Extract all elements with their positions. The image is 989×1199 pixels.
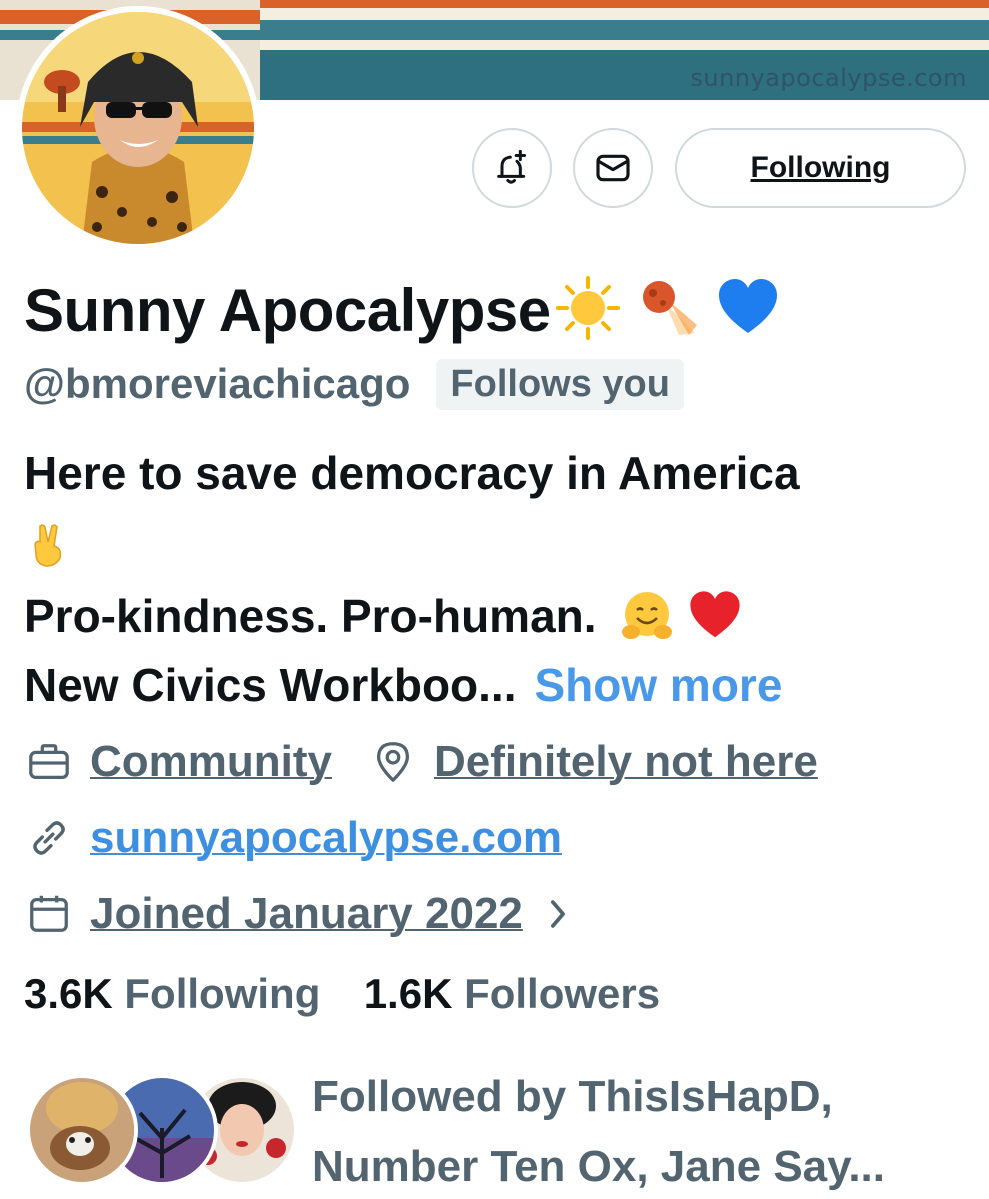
avatar-illustration (22, 12, 254, 244)
bell-plus-icon (497, 149, 526, 184)
victory-hand-emoji-icon (26, 522, 72, 573)
link-icon (24, 813, 74, 863)
notify-button[interactable] (472, 128, 552, 208)
following-stat[interactable]: 3.6K Following (24, 970, 320, 1017)
following-count: 3.6K (24, 970, 113, 1017)
follow-stats: 3.6K Following 1.6K Followers (24, 970, 660, 1018)
followers-stat[interactable]: 1.6K Followers (364, 970, 660, 1017)
blue-heart-emoji-icon (715, 275, 781, 346)
calendar-icon (24, 889, 74, 939)
followed-by-line-2: Number Ten Ox, Jane Say... (312, 1142, 886, 1191)
location-link[interactable]: Definitely not here (434, 737, 818, 787)
briefcase-icon (24, 737, 74, 787)
red-heart-emoji-icon (687, 588, 743, 644)
following-label: Following (124, 970, 321, 1017)
meta-row-category-location: Community Definitely not here (24, 732, 818, 792)
message-button[interactable] (573, 128, 653, 208)
followed-by-avatars[interactable] (26, 1074, 298, 1190)
followers-count: 1.6K (363, 970, 453, 1017)
sun-emoji-icon (555, 275, 621, 346)
follows-you-badge: Follows you (436, 358, 684, 410)
follower-avatar (26, 1074, 138, 1186)
handle-row: @bmoreviachicago Follows you (24, 354, 684, 414)
bio-line-2: Pro-kindness. Pro-human. (24, 588, 743, 644)
comet-emoji-icon (635, 275, 701, 346)
bio-line-2-text: Pro-kindness. Pro-human. (24, 590, 597, 642)
profile-page: sunnyapocalypse.com Following Sunny Apoc… (0, 0, 989, 1199)
bio-line-3: New Civics Workboo... Show more (24, 658, 782, 712)
following-button[interactable]: Following (675, 128, 966, 208)
display-name: Sunny Apocalypse (24, 276, 551, 344)
display-name-row: Sunny Apocalypse (24, 270, 781, 350)
bio-line-3-text: New Civics Workboo... (24, 659, 517, 711)
chevron-right-icon (547, 897, 569, 931)
banner-watermark-text: sunnyapocalypse.com (690, 64, 967, 92)
bio-line-1: Here to save democracy in America (24, 447, 800, 499)
show-more-link[interactable]: Show more (534, 659, 782, 711)
profile-avatar[interactable] (16, 6, 260, 250)
location-pin-icon (368, 737, 418, 787)
followers-label: Followers (464, 970, 661, 1017)
meta-row-website: sunnyapocalypse.com (24, 808, 562, 868)
website-link[interactable]: sunnyapocalypse.com (90, 813, 562, 863)
hugging-face-emoji-icon (619, 588, 675, 644)
category-link[interactable]: Community (90, 737, 332, 787)
followed-by-line-1: Followed by ThisIsHapD, (312, 1072, 833, 1121)
envelope-icon (596, 154, 630, 182)
meta-row-joined[interactable]: Joined January 2022 (24, 884, 569, 944)
followed-by-text[interactable]: Followed by ThisIsHapD, Number Ten Ox, J… (312, 1062, 972, 1199)
user-handle: @bmoreviachicago (24, 360, 411, 407)
joined-date-link[interactable]: Joined January 2022 (90, 889, 523, 939)
